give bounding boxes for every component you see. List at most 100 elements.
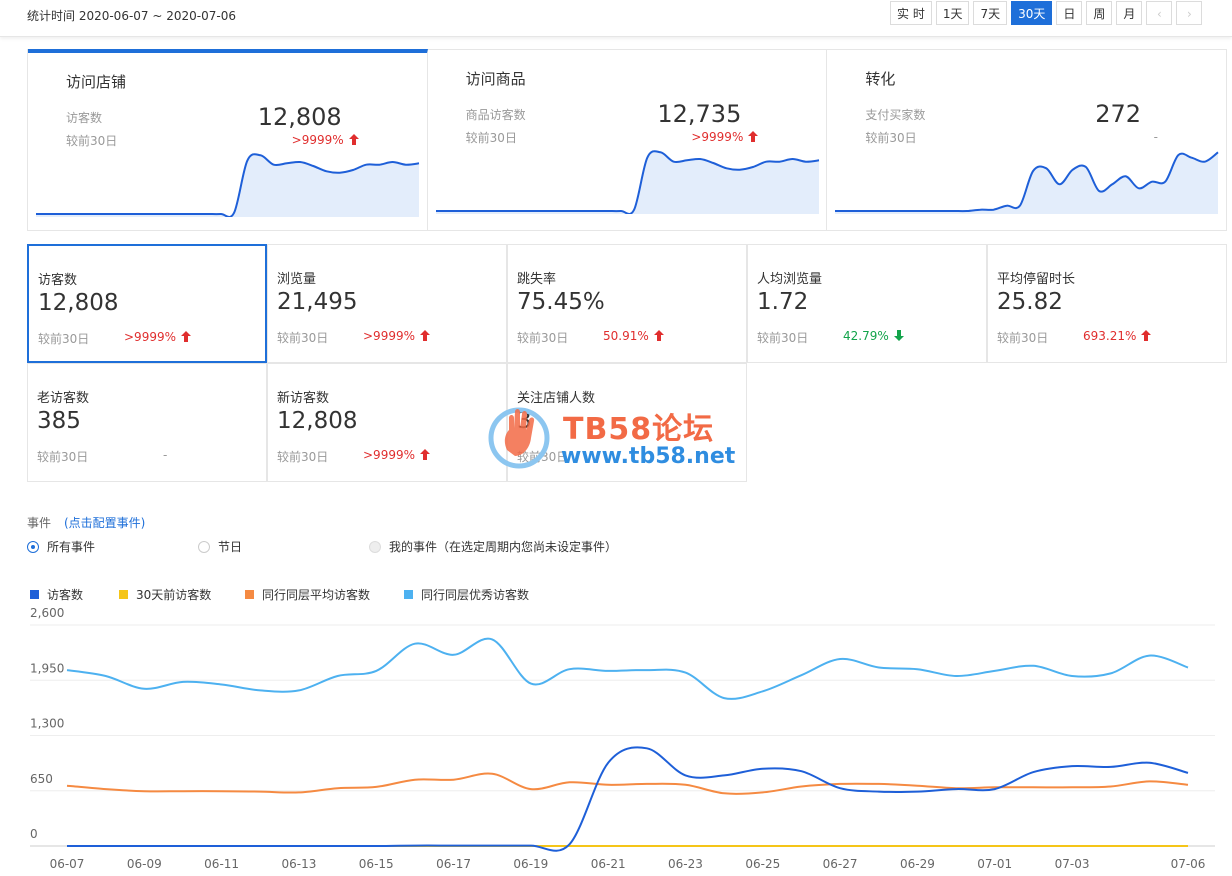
x-tick-label: 06-29 [900, 857, 935, 871]
metric-label: 浏览量 [277, 272, 317, 287]
arrow-up-icon [415, 329, 430, 343]
x-tick-label: 07-01 [977, 857, 1012, 871]
overview-card-sublabel: 访客数 [66, 111, 103, 125]
x-tick-label: 06-07 [50, 857, 85, 871]
metric-rate-text: >9999% [363, 329, 415, 343]
metric-cell[interactable]: 人均浏览量 1.72 较前30日 42.79% [747, 244, 987, 363]
overview-card-compare-label: 较前30日 [66, 134, 118, 148]
metric-cell[interactable]: 平均停留时长 25.82 较前30日 693.21% [987, 244, 1227, 363]
next-period-button[interactable]: › [1176, 1, 1203, 25]
overview-card-title: 访问商品 [465, 70, 526, 88]
sparkline [36, 153, 420, 217]
radio-holidays-label: 节日 [218, 540, 243, 554]
y-tick-label: 0 [30, 827, 38, 841]
range-tab[interactable]: 月 [1116, 1, 1143, 25]
overview-card-rate: >9999% [292, 133, 359, 147]
configure-events-link[interactable]: (点击配置事件) [64, 514, 145, 531]
legend-item-prev30[interactable]: 30天前访客数 [119, 586, 211, 603]
y-tick-label: 1,300 [30, 717, 64, 731]
legend-label: 访客数 [47, 588, 84, 602]
overview-card-title: 转化 [865, 70, 896, 88]
x-tick-label: 06-11 [204, 857, 239, 871]
series-line-3 [66, 637, 1189, 700]
overview-card-rate: - [1154, 130, 1158, 144]
legend-label: 同行同层优秀访客数 [421, 588, 530, 602]
metric-compare-label: 较前30日 [757, 331, 809, 345]
prev-period-button[interactable]: ‹ [1146, 1, 1173, 25]
events-title: 事件 [27, 516, 52, 530]
radio-disabled-icon [369, 541, 381, 553]
metric-cell[interactable]: 访客数 12,808 较前30日 >9999% [27, 244, 267, 363]
metric-label: 平均停留时长 [997, 272, 1076, 287]
metric-label: 访客数 [38, 273, 78, 288]
range-tab[interactable]: 1天 [935, 1, 970, 25]
sparkline-area [435, 151, 819, 214]
metric-label: 跳失率 [517, 272, 557, 287]
y-tick-label: 1,950 [30, 661, 64, 675]
metric-value: 385 [37, 408, 81, 434]
watermark-title: TB58论坛 [563, 412, 715, 447]
radio-all-events[interactable]: 所有事件 [27, 538, 95, 555]
metric-compare-label: 较前30日 [277, 450, 329, 464]
range-tab[interactable]: 实 时 [890, 1, 932, 25]
metric-cell[interactable]: 老访客数 385 较前30日 - [27, 363, 267, 482]
arrow-up-icon [344, 133, 359, 147]
hand-logo-icon [488, 407, 550, 469]
range-tab[interactable]: 周 [1086, 1, 1113, 25]
range-tab[interactable]: 日 [1056, 1, 1083, 25]
metric-rate: 42.79% [843, 329, 904, 343]
overview-card[interactable]: 访问商品 商品访客数 较前30日 12,735 >9999% [428, 50, 828, 230]
metric-value: 75.45% [517, 289, 605, 315]
overview-card-compare-label: 较前30日 [465, 131, 517, 145]
overview-card[interactable]: 转化 支付买家数 较前30日 272- [827, 50, 1226, 230]
range-tabs: 实 时 1天 7天 30天日周月 ‹ › [890, 1, 1203, 25]
legend-item-avg[interactable]: 同行同层平均访客数 [245, 586, 370, 603]
legend-item-excellent[interactable]: 同行同层优秀访客数 [404, 586, 529, 603]
metric-value: 21,495 [277, 289, 358, 315]
series-line-0 [67, 746, 1189, 852]
metric-cell[interactable]: 浏览量 21,495 较前30日 >9999% [267, 244, 507, 363]
watermark: TB58论坛 www.tb58.net [487, 400, 747, 480]
legend-label: 30天前访客数 [136, 588, 212, 602]
metric-value: 12,808 [277, 408, 358, 434]
legend-label: 同行同层平均访客数 [262, 588, 371, 602]
range-tab[interactable]: 7天 [973, 1, 1008, 25]
arrow-down-icon [889, 329, 904, 343]
metric-value: 1.72 [757, 289, 809, 315]
x-tick-label: 06-13 [281, 857, 316, 871]
metric-rate-text: 50.91% [603, 329, 649, 343]
arrow-up-icon [415, 448, 430, 462]
metric-compare-label: 较前30日 [38, 332, 90, 346]
metric-compare-label: 较前30日 [37, 450, 89, 464]
radio-holidays[interactable]: 节日 [198, 538, 242, 555]
legend-swatch [404, 590, 413, 599]
metric-compare-label: 较前30日 [517, 331, 569, 345]
metric-rate-text: 42.79% [843, 329, 889, 343]
overview-card-value: 12,735 [657, 100, 742, 128]
arrow-up-icon [176, 330, 191, 344]
metric-compare-label: 较前30日 [997, 331, 1049, 345]
overview-card[interactable]: 访问店铺 访客数 较前30日 12,808 >9999% [28, 49, 428, 230]
metric-compare-label: 较前30日 [277, 331, 329, 345]
x-tick-label: 06-27 [823, 857, 858, 871]
radio-checked-icon [27, 541, 39, 553]
legend-swatch [30, 590, 39, 599]
y-tick-label: 650 [30, 772, 53, 786]
x-tick-label: 06-21 [591, 857, 626, 871]
overview-card-value: 272 [1095, 100, 1142, 128]
arrow-up-icon [743, 130, 759, 144]
x-tick-label: 06-25 [745, 857, 780, 871]
metric-cell[interactable]: 新访客数 12,808 较前30日 >9999% [267, 363, 507, 482]
range-tab[interactable]: 30天 [1011, 1, 1053, 25]
sparkline-area [36, 154, 419, 217]
overview-card-compare-label: 较前30日 [865, 131, 917, 145]
legend-item-visitors[interactable]: 访客数 [30, 586, 83, 603]
metric-label: 人均浏览量 [757, 272, 823, 287]
period-label: 统计时间 2020-06-07 ~ 2020-07-06 [27, 9, 236, 23]
arrow-up-icon [649, 329, 664, 343]
arrow-up-icon [1136, 329, 1152, 343]
chevron-right-icon: › [1187, 7, 1192, 21]
overview-card-title: 访问店铺 [66, 73, 127, 91]
legend-swatch [245, 590, 254, 599]
metric-cell[interactable]: 跳失率 75.45% 较前30日 50.91% [507, 244, 747, 363]
